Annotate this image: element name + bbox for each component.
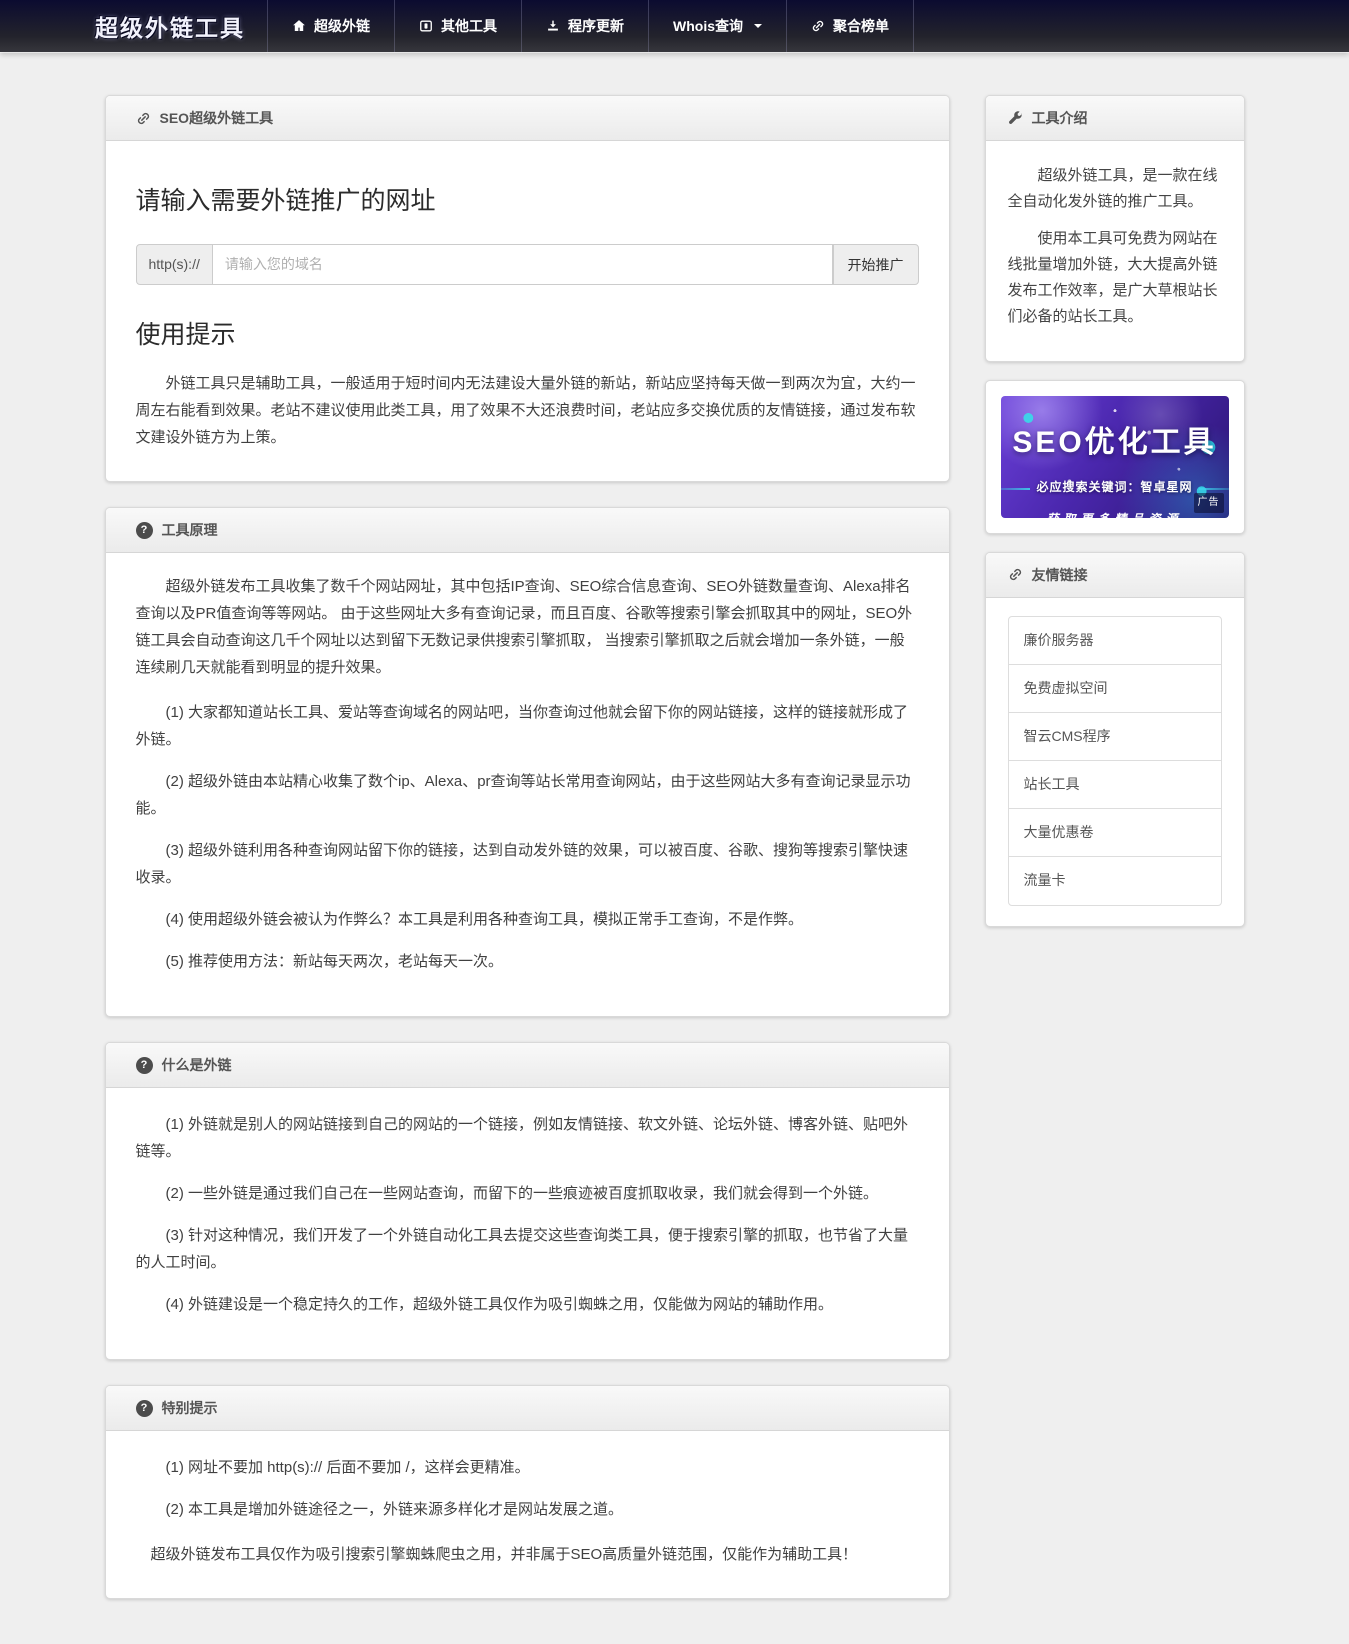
list-item: (1) 外链就是别人的网站链接到自己的网站的一个链接，例如友情链接、软文外链、论… <box>136 1111 919 1165</box>
nav-item-label: 程序更新 <box>568 16 624 36</box>
intro-paragraph: 使用本工具可免费为网站在线批量增加外链，大大提高外链发布工作效率，是广大草根站长… <box>1008 226 1222 331</box>
card-header-tool-intro: 工具介绍 <box>986 96 1244 141</box>
card-header-what-is-backlink: ? 什么是外链 <box>106 1043 949 1088</box>
home-icon <box>292 19 306 33</box>
url-input-group: http(s):// 开始推广 <box>136 244 919 285</box>
nav-item-super-link[interactable]: 超级外链 <box>267 0 394 52</box>
seo-tool-card-body: 请输入需要外链推广的网址 http(s):// 开始推广 使用提示 外链工具只是… <box>106 141 949 481</box>
list-item: (4) 使用超级外链会被认为作弊么？本工具是利用各种查询工具，模拟正常手工查询，… <box>136 906 919 933</box>
nav-item-rankings[interactable]: 聚合榜单 <box>786 0 914 52</box>
friend-link-coupons[interactable]: 大量优惠卷 <box>1009 809 1221 857</box>
usage-tips-title: 使用提示 <box>136 313 919 358</box>
question-icon: ? <box>136 522 153 539</box>
list-item: (4) 外链建设是一个稳定持久的工作，超级外链工具仅作为吸引蜘蛛之用，仅能做为网… <box>136 1291 919 1318</box>
usage-tips-text: 外链工具只是辅助工具，一般适用于短时间内无法建设大量外链的新站，新站应坚持每天做… <box>136 370 919 451</box>
special-notes-footer: 超级外链发布工具仅作为吸引搜索引擎蜘蛛爬虫之用，并非属于SEO高质量外链范围，仅… <box>136 1541 919 1568</box>
tool-principle-card: ? 工具原理 超级外链发布工具收集了数千个网站网址，其中包括IP查询、SEO综合… <box>105 507 950 1017</box>
special-notes-body: (1) 网址不要加 http(s):// 后面不要加 /，这样会更精准。 (2)… <box>106 1431 949 1598</box>
card-title: 特别提示 <box>162 1398 218 1418</box>
nav-item-label: Whois查询 <box>673 16 743 36</box>
page-container: SEO超级外链工具 请输入需要外链推广的网址 http(s):// 开始推广 使… <box>105 95 1245 1644</box>
card-title: 友情链接 <box>1032 565 1088 585</box>
card-title: 什么是外链 <box>162 1055 232 1075</box>
tool-intro-body: 超级外链工具，是一款在线全自动化发外链的推广工具。 使用本工具可免费为网站在线批… <box>986 141 1244 361</box>
card-title: 工具原理 <box>162 520 218 540</box>
apps-icon <box>419 19 433 33</box>
friend-links-list: 廉价服务器 免费虚拟空间 智云CMS程序 站长工具 大量优惠卷 流量卡 <box>1008 616 1222 906</box>
list-item: (5) 推荐使用方法：新站每天两次，老站每天一次。 <box>136 948 919 975</box>
ad-label-badge: 广告 <box>1194 493 1224 513</box>
card-header-seo-tool: SEO超级外链工具 <box>106 96 949 141</box>
question-icon: ? <box>136 1400 153 1417</box>
friend-links-card: 友情链接 廉价服务器 免费虚拟空间 智云CMS程序 站长工具 大量优惠卷 流量卡 <box>985 552 1245 927</box>
friend-link-webmaster-tools[interactable]: 站长工具 <box>1009 761 1221 809</box>
special-notes-card: ? 特别提示 (1) 网址不要加 http(s):// 后面不要加 /，这样会更… <box>105 1385 950 1599</box>
list-item: (2) 本工具是增加外链途径之一，外链来源多样化才是网站发展之道。 <box>136 1496 919 1523</box>
list-item: (2) 超级外链由本站精心收集了数个ip、Alexa、pr查询等站长常用查询网站… <box>136 768 919 822</box>
url-prompt-title: 请输入需要外链推广的网址 <box>136 179 919 224</box>
card-title: 工具介绍 <box>1032 108 1088 128</box>
friend-links-body: 廉价服务器 免费虚拟空间 智云CMS程序 站长工具 大量优惠卷 流量卡 <box>986 598 1244 926</box>
domain-input[interactable] <box>213 244 833 285</box>
card-title: SEO超级外链工具 <box>160 108 274 128</box>
nav-item-label: 超级外链 <box>314 16 370 36</box>
ad-banner-wrap: SEO优化工具 必应搜索关键词：智卓星网 获取更多精品资源 广告 <box>986 381 1244 533</box>
card-header-special-notes: ? 特别提示 <box>106 1386 949 1431</box>
friend-link-zhiyun-cms[interactable]: 智云CMS程序 <box>1009 713 1221 761</box>
what-is-backlink-body: (1) 外链就是别人的网站链接到自己的网站的一个链接，例如友情链接、软文外链、论… <box>106 1088 949 1359</box>
nav-item-other-tools[interactable]: 其他工具 <box>394 0 521 52</box>
top-navbar: 超级外链工具 超级外链 其他工具 程序更新 Whois查询 聚合榜单 <box>0 0 1349 52</box>
banner-title: SEO优化工具 <box>1001 416 1229 470</box>
seo-tool-card: SEO超级外链工具 请输入需要外链推广的网址 http(s):// 开始推广 使… <box>105 95 950 482</box>
main-nav: 超级外链 其他工具 程序更新 Whois查询 聚合榜单 <box>267 0 914 52</box>
friend-link-cheap-server[interactable]: 廉价服务器 <box>1009 617 1221 665</box>
list-item: (1) 大家都知道站长工具、爱站等查询域名的网站吧，当你查询过他就会留下你的网站… <box>136 699 919 753</box>
caret-down-icon <box>754 24 762 28</box>
tool-principle-body: 超级外链发布工具收集了数千个网站网址，其中包括IP查询、SEO综合信息查询、SE… <box>106 553 949 1016</box>
update-download-icon <box>546 19 560 33</box>
friend-link-free-hosting[interactable]: 免费虚拟空间 <box>1009 665 1221 713</box>
ad-banner-card: SEO优化工具 必应搜索关键词：智卓星网 获取更多精品资源 广告 <box>985 380 1245 534</box>
card-header-friend-links: 友情链接 <box>986 553 1244 598</box>
link-icon <box>811 19 825 33</box>
sidebar: 工具介绍 超级外链工具，是一款在线全自动化发外链的推广工具。 使用本工具可免费为… <box>985 95 1245 945</box>
nav-item-program-update[interactable]: 程序更新 <box>521 0 648 52</box>
tool-intro-card: 工具介绍 超级外链工具，是一款在线全自动化发外链的推广工具。 使用本工具可免费为… <box>985 95 1245 362</box>
list-item: (1) 网址不要加 http(s):// 后面不要加 /，这样会更精准。 <box>136 1454 919 1481</box>
start-promotion-button[interactable]: 开始推广 <box>833 244 919 285</box>
intro-paragraph: 超级外链工具，是一款在线全自动化发外链的推广工具。 <box>1008 163 1222 216</box>
nav-item-whois-dropdown[interactable]: Whois查询 <box>648 0 786 52</box>
list-item: (3) 超级外链利用各种查询网站留下你的链接，达到自动发外链的效果，可以被百度、… <box>136 837 919 891</box>
list-item: (2) 一些外链是通过我们自己在一些网站查询，而留下的一些痕迹被百度抓取收录，我… <box>136 1180 919 1207</box>
nav-item-label: 其他工具 <box>441 16 497 36</box>
question-icon: ? <box>136 1057 153 1074</box>
wrench-icon <box>1008 111 1023 126</box>
friend-link-data-card[interactable]: 流量卡 <box>1009 857 1221 904</box>
nav-item-label: 聚合榜单 <box>833 16 889 36</box>
principle-intro: 超级外链发布工具收集了数千个网站网址，其中包括IP查询、SEO综合信息查询、SE… <box>136 573 919 681</box>
what-is-backlink-card: ? 什么是外链 (1) 外链就是别人的网站链接到自己的网站的一个链接，例如友情链… <box>105 1042 950 1360</box>
list-item: (3) 针对这种情况，我们开发了一个外链自动化工具去提交这些查询类工具，便于搜索… <box>136 1222 919 1276</box>
seo-ad-banner[interactable]: SEO优化工具 必应搜索关键词：智卓星网 获取更多精品资源 广告 <box>1001 396 1229 518</box>
url-prefix-addon: http(s):// <box>136 244 213 285</box>
main-column: SEO超级外链工具 请输入需要外链推广的网址 http(s):// 开始推广 使… <box>105 95 950 1624</box>
link-icon <box>1008 567 1023 582</box>
banner-subtitle: 必应搜索关键词：智卓星网 <box>1036 477 1192 499</box>
brand-logo[interactable]: 超级外链工具 <box>95 0 245 52</box>
card-header-tool-principle: ? 工具原理 <box>106 508 949 553</box>
link-icon <box>136 111 151 126</box>
